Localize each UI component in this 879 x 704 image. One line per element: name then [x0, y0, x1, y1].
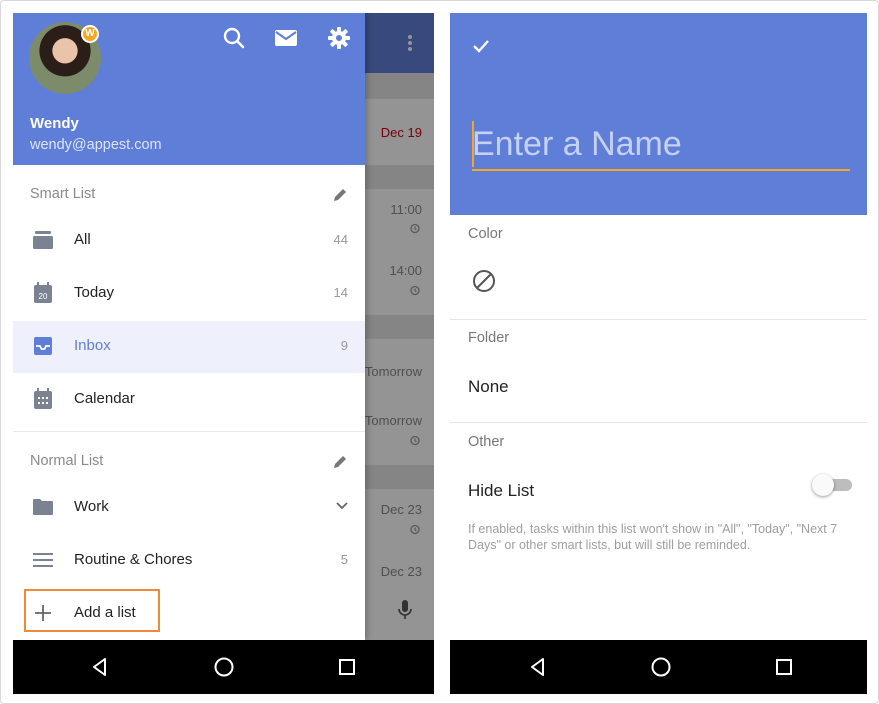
system-nav-bar [450, 640, 867, 694]
premium-badge: W [81, 25, 99, 43]
user-name: Wendy [30, 115, 79, 132]
sidebar-item-label: All [74, 231, 91, 248]
all-list-icon [33, 231, 53, 249]
sidebar-item-label: Work [74, 498, 109, 515]
hide-list-label: Hide List [468, 481, 535, 500]
no-color-icon[interactable] [472, 269, 496, 293]
back-triangle-icon [93, 658, 106, 676]
home-button[interactable] [631, 640, 691, 694]
inbox-icon [34, 337, 52, 355]
back-button[interactable] [508, 640, 568, 694]
toggle-knob [812, 474, 834, 496]
divider [13, 431, 365, 432]
sidebar-item-label: Routine & Chores [74, 551, 193, 568]
back-button[interactable] [70, 640, 130, 694]
sidebar-item-today[interactable]: 20 Today 14 [13, 268, 365, 320]
hide-list-help-text: If enabled, tasks within this list won't… [468, 522, 838, 552]
sidebar-item-routine-chores[interactable]: Routine & Chores 5 [13, 535, 365, 587]
calendar-icon [34, 388, 52, 409]
color-section-label: Color [468, 226, 503, 242]
right-phone-screen: Color Folder None Other Hide List If ena… [450, 13, 867, 694]
screenshot-frame: Dec 19 11:00 14:00 Tomorrow Tomorrow Dec… [0, 0, 879, 704]
recents-square-icon [776, 659, 792, 675]
list-name-input[interactable] [472, 119, 850, 171]
mail-icon[interactable] [273, 25, 299, 51]
item-count: 9 [340, 338, 348, 353]
search-icon[interactable] [221, 25, 247, 51]
item-count: 5 [340, 552, 348, 567]
edit-normal-list-icon[interactable] [332, 454, 348, 470]
recents-button[interactable] [317, 640, 377, 694]
divider [450, 422, 867, 423]
sidebar-item-label: Today [74, 284, 115, 301]
recents-button[interactable] [754, 640, 814, 694]
home-button[interactable] [194, 640, 254, 694]
text-cursor [472, 121, 474, 167]
today-calendar-icon: 20 [34, 282, 52, 303]
add-list-highlight [24, 589, 160, 632]
folder-value[interactable]: None [468, 377, 509, 397]
back-triangle-icon [531, 658, 544, 676]
smart-list-heading: Smart List [30, 186, 96, 202]
divider [450, 319, 867, 320]
today-day-number: 20 [39, 292, 48, 301]
sidebar-item-label: Inbox [74, 337, 111, 354]
folder-icon [33, 499, 53, 515]
hide-list-toggle[interactable] [812, 474, 854, 496]
check-icon[interactable] [471, 36, 491, 56]
chevron-down-icon[interactable] [336, 502, 348, 510]
item-count: 14 [333, 285, 348, 300]
sidebar-item-calendar[interactable]: Calendar [13, 374, 365, 426]
system-nav-bar [13, 640, 434, 694]
edit-smart-list-icon[interactable] [332, 187, 348, 203]
item-count: 44 [333, 232, 348, 247]
sidebar-item-work[interactable]: Work [13, 482, 365, 534]
left-phone-screen: Dec 19 11:00 14:00 Tomorrow Tomorrow Dec… [13, 13, 434, 694]
recents-square-icon [339, 659, 355, 675]
list-icon [33, 553, 53, 567]
other-section-label: Other [468, 434, 505, 450]
drawer-header: W Wendy wendy@appest.com [13, 13, 365, 165]
navigation-drawer: W Wendy wendy@appest.com Smart List All … [13, 13, 365, 640]
sidebar-item-inbox[interactable]: Inbox 9 [13, 321, 365, 373]
normal-list-heading: Normal List [30, 453, 104, 469]
folder-section-label: Folder [468, 330, 510, 346]
settings-icon[interactable] [326, 25, 352, 51]
sidebar-item-all[interactable]: All 44 [13, 215, 365, 267]
user-email: wendy@appest.com [30, 137, 162, 153]
home-circle-icon [651, 657, 671, 677]
sidebar-item-label: Calendar [74, 390, 135, 407]
list-editor-header [450, 13, 867, 215]
home-circle-icon [214, 657, 234, 677]
